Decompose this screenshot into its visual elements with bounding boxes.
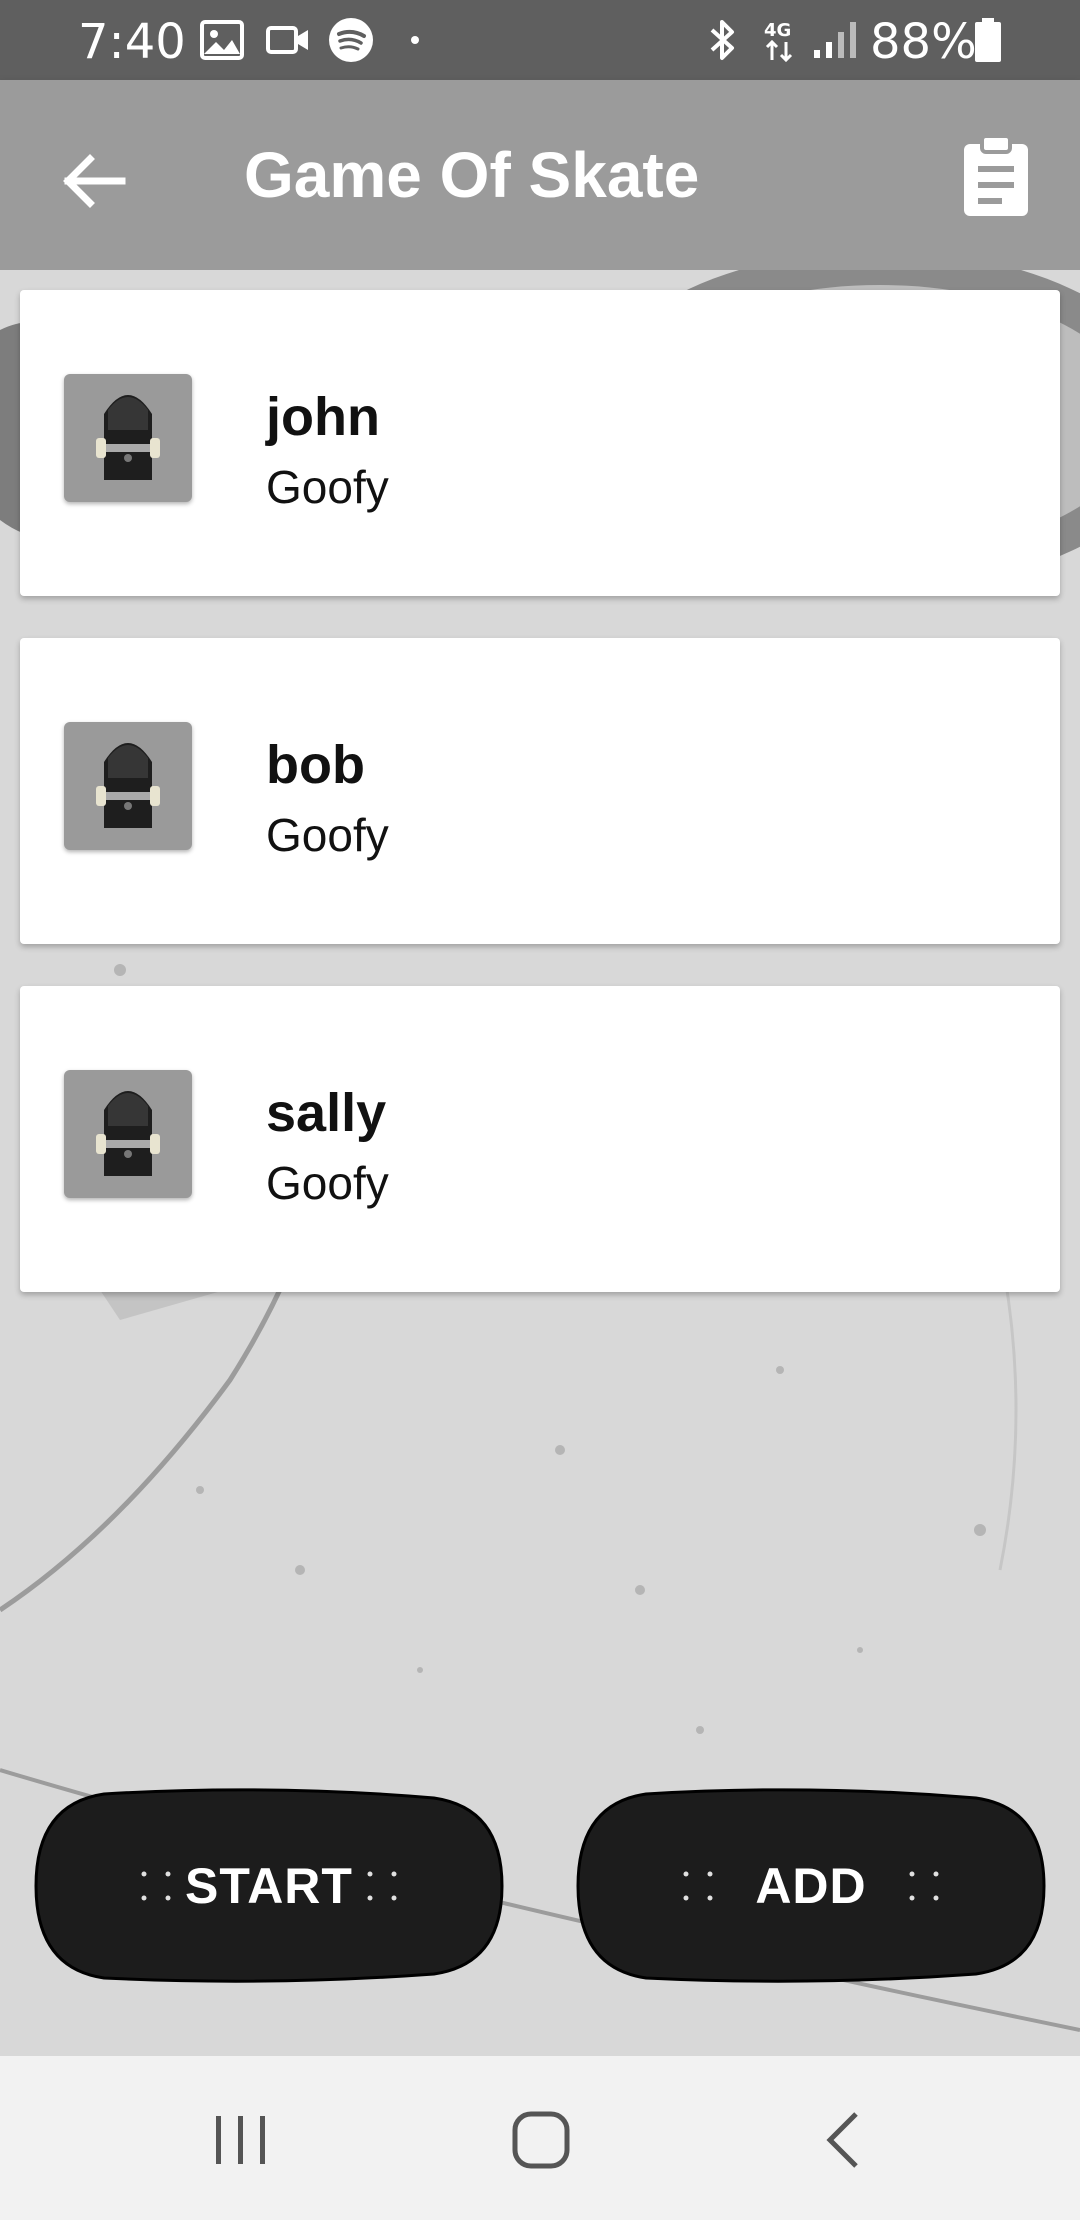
add-label: ADD [755,1858,867,1914]
signal-icon [812,18,858,62]
player-name: john [266,387,380,447]
home-icon[interactable] [496,2100,586,2180]
player-card[interactable]: john Goofy [20,290,1060,596]
player-card[interactable]: bob Goofy [20,638,1060,944]
bluetooth-icon [706,18,740,62]
start-label: START [185,1858,353,1914]
player-stance: Goofy [266,1157,389,1209]
player-name: sally [266,1083,387,1143]
spotify-icon [328,18,374,62]
skateboard-avatar-icon [64,1070,192,1198]
battery-icon [974,18,1002,62]
skateboard-avatar-icon [64,374,192,502]
player-name: bob [266,735,365,795]
arrow-back-icon[interactable] [50,136,140,226]
add-button[interactable]: ADD [576,1786,1046,1986]
skateboard-avatar-icon [64,722,192,850]
player-card[interactable]: sally Goofy [20,986,1060,1292]
page-title: Game Of Skate [244,139,700,211]
status-bar: 7:40 4G 88% [0,0,1080,80]
system-nav-bar [0,2056,1080,2220]
svg-text:4G: 4G [764,20,791,41]
4g-icon: 4G [762,18,798,62]
video-icon [266,18,310,62]
start-button[interactable]: START [34,1786,504,1986]
status-time: 7:40 [78,14,186,70]
player-stance: Goofy [266,461,389,513]
app-bar: Game Of Skate [0,80,1080,270]
gallery-icon [200,18,244,62]
recents-icon[interactable] [196,2100,286,2180]
player-stance: Goofy [266,809,389,861]
back-icon[interactable] [800,2100,890,2180]
dot-icon [410,18,420,62]
battery-percent: 88% [870,14,977,70]
clipboard-icon[interactable] [958,132,1038,222]
